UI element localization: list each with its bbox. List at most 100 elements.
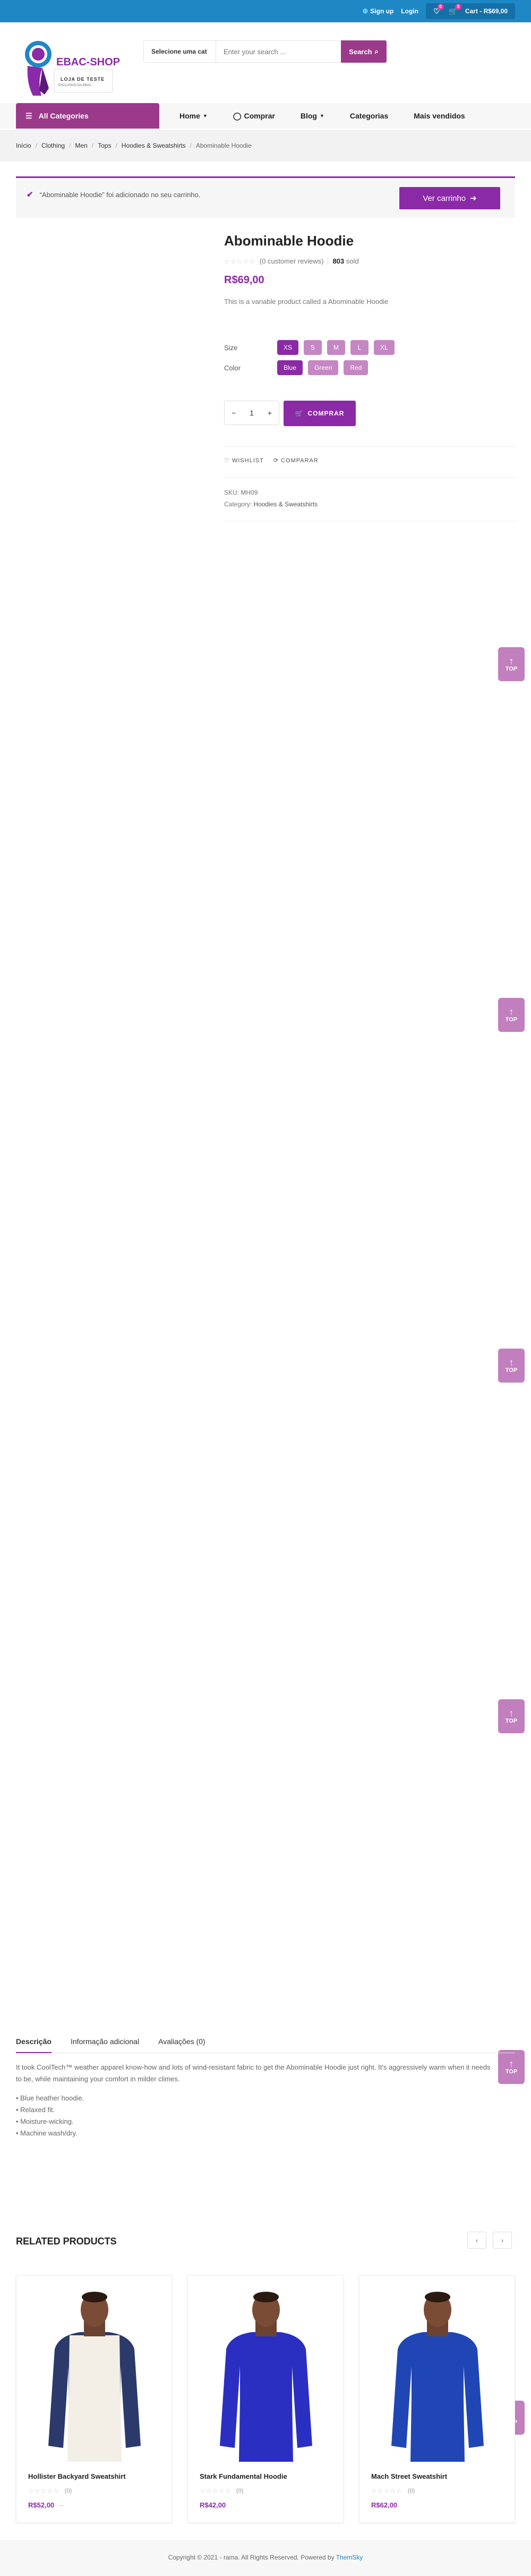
color-option-red[interactable]: Red: [344, 360, 369, 375]
related-product-name[interactable]: Mach Street Sweatshirt: [371, 2472, 447, 2480]
reviews-link[interactable]: (0 customer reviews): [260, 257, 324, 265]
footer-brand-link[interactable]: ThemSky: [336, 2554, 363, 2561]
arrow-up-icon: ↑: [509, 656, 514, 666]
description-text: It took CoolTech™ weather apparel know-h…: [16, 2063, 491, 2083]
breadcrumb-link[interactable]: Men: [75, 142, 87, 149]
all-categories-button[interactable]: ☰ All Categories: [16, 103, 159, 129]
chevron-down-icon: ▼: [319, 113, 324, 118]
scroll-to-top-button[interactable]: ↑TOP: [498, 998, 525, 1032]
carousel-prev-button[interactable]: ‹: [467, 2232, 486, 2249]
chevron-down-icon: ▼: [202, 113, 208, 118]
color-option-blue[interactable]: Blue: [277, 360, 303, 375]
size-option-xl[interactable]: XL: [374, 340, 395, 355]
quantity-value[interactable]: 1: [250, 409, 254, 417]
tab-descricao[interactable]: Descrição: [16, 2035, 52, 2053]
arrow-up-icon: ↑: [509, 1357, 514, 1368]
user-plus-icon: ⊕: [362, 7, 369, 15]
nav-mais-vendidos[interactable]: Mais vendidos: [414, 112, 465, 120]
related-product-name[interactable]: Hollister Backyard Sweatshirt: [28, 2472, 126, 2480]
scroll-to-top-button[interactable]: ↑TOP: [498, 1349, 525, 1383]
login-link[interactable]: Login: [401, 7, 418, 15]
size-option-s[interactable]: S: [304, 340, 322, 355]
product-rating: ☆☆☆☆☆ (0 customer reviews) 803 sold: [224, 257, 359, 265]
color-option-green[interactable]: Green: [308, 360, 339, 375]
top-bar: ⊕ Sign up Login ♡ 0 🛒 0 Cart - R$69,00: [0, 0, 531, 22]
chevron-right-icon: ›: [501, 2236, 504, 2244]
chevron-left-icon: ‹: [475, 2236, 478, 2244]
header: EBAC-SHOP LOJA DE TESTE EXCLUSIVO DA EBA…: [0, 22, 531, 102]
product-title: Abominable Hoodie: [224, 233, 354, 249]
decrease-button[interactable]: −: [232, 409, 236, 417]
related-product-card[interactable]: Mach Street Sweatshirt ☆☆☆☆☆ (0) R$62,00: [359, 2275, 515, 2523]
add-to-cart-button[interactable]: 🛒 COMPRAR: [284, 401, 356, 426]
related-product-name[interactable]: Stark Fundamental Hoodie: [200, 2472, 287, 2480]
view-cart-button[interactable]: Ver carrinho ➔: [399, 187, 500, 209]
breadcrumb-current: Abominable Hoodie: [195, 142, 252, 149]
search-input[interactable]: [216, 41, 341, 62]
compare-button[interactable]: ⟳ COMPARAR: [273, 457, 319, 464]
signup-link[interactable]: ⊕ Sign up: [362, 7, 393, 15]
cart-button[interactable]: ♡ 0 🛒 0 Cart - R$69,00: [425, 3, 515, 19]
search-button[interactable]: Search ⌕: [341, 40, 387, 63]
nav-categorias[interactable]: Categorias: [350, 112, 388, 120]
carousel-next-button[interactable]: ›: [493, 2232, 512, 2249]
menu-icon: ☰: [25, 111, 32, 120]
star-rating-icon: ☆☆☆☆☆: [371, 2487, 402, 2495]
description-bullet: Machine wash/dry.: [16, 2128, 494, 2139]
category-link[interactable]: Hoodies & Sweatshirts: [253, 501, 318, 508]
added-to-cart-notice: ✔ “Abominable Hoodie” foi adicionado no s…: [16, 176, 515, 218]
increase-button[interactable]: +: [268, 409, 272, 417]
size-option-m[interactable]: M: [327, 340, 346, 355]
size-option-xs[interactable]: XS: [277, 340, 299, 355]
breadcrumb-link[interactable]: Tops: [98, 142, 111, 149]
product-image[interactable]: [370, 2286, 505, 2462]
size-option-l[interactable]: L: [350, 340, 369, 355]
related-product-price: R$52,00: [28, 2501, 55, 2509]
arrow-up-icon: ↑: [509, 2058, 514, 2069]
related-product-card[interactable]: Hollister Backyard Sweatshirt ☆☆☆☆☆ (0) R…: [16, 2275, 172, 2523]
product-description: It took CoolTech™ weather apparel know-h…: [16, 2062, 494, 2139]
cart-icon: 🛒 0: [449, 3, 461, 16]
logo-title: EBAC-SHOP: [56, 56, 121, 68]
description-bullet: Relaxed fit.: [16, 2104, 494, 2116]
related-products-title: RELATED PRODUCTS: [16, 2236, 117, 2247]
scroll-to-top-button[interactable]: ↑TOP: [498, 2050, 525, 2084]
product-image[interactable]: [199, 2286, 333, 2462]
product-tabs: Descrição Informação adicional Avaliaçõe…: [16, 2035, 515, 2053]
size-selector: Size XS S M L XL: [224, 340, 400, 355]
breadcrumb-link[interactable]: Clothing: [41, 142, 65, 149]
tab-avaliacoes[interactable]: Avaliações (0): [158, 2035, 205, 2053]
cart-icon: 🛒: [295, 410, 304, 417]
related-product-card[interactable]: Stark Fundamental Hoodie ☆☆☆☆☆ (0) R$42,0…: [187, 2275, 344, 2523]
star-rating-icon: ☆☆☆☆☆: [200, 2487, 231, 2495]
scroll-to-top-button[interactable]: ↑TOP: [498, 647, 525, 681]
breadcrumb-link[interactable]: Hoodies & Sweatshirts: [122, 142, 186, 149]
related-product-price: R$62,00: [371, 2501, 398, 2509]
nav-blog[interactable]: Blog ▼: [301, 112, 324, 120]
breadcrumb-link[interactable]: Início: [16, 142, 31, 149]
cart-total: Cart - R$69,00: [465, 7, 508, 15]
wishlist-button[interactable]: ♡ WISHLIST: [224, 457, 264, 464]
nav-home[interactable]: Home ▼: [179, 112, 208, 120]
tab-informacao-adicional[interactable]: Informação adicional: [71, 2035, 139, 2053]
star-rating-icon: ☆☆☆☆☆: [28, 2487, 59, 2495]
product-price: R$69,00: [224, 274, 264, 286]
category-select[interactable]: Selecione uma cat: [144, 41, 216, 62]
heart-icon: ♡: [224, 457, 230, 464]
heart-icon[interactable]: ♡ 0: [433, 3, 444, 16]
copyright-text: Copyright © 2021 - rama. All Rights Rese…: [168, 2554, 335, 2561]
breadcrumb: Início / Clothing / Men / Tops / Hoodies & S…: [0, 130, 531, 162]
arrow-up-icon: ↑: [509, 1006, 514, 1017]
search-icon: ⌕: [374, 47, 379, 55]
nav-comprar[interactable]: ◯ Comprar: [233, 112, 275, 121]
product-sku: SKU: MH09: [224, 489, 258, 496]
logo-subtitle: LOJA DE TESTE: [61, 77, 105, 82]
color-label: Color: [224, 363, 241, 372]
search-bar: Selecione uma cat Search⌕: [143, 40, 387, 63]
scroll-to-top-button[interactable]: ↑TOP: [498, 1699, 525, 1733]
related-product-price: R$42,00: [200, 2501, 226, 2509]
product-image[interactable]: [27, 2286, 162, 2462]
arrow-right-icon: ➔: [470, 194, 477, 203]
chat-icon: ◯: [233, 111, 242, 120]
logo[interactable]: EBAC-SHOP LOJA DE TESTE EXCLUSIVO DA EBA…: [16, 33, 133, 97]
